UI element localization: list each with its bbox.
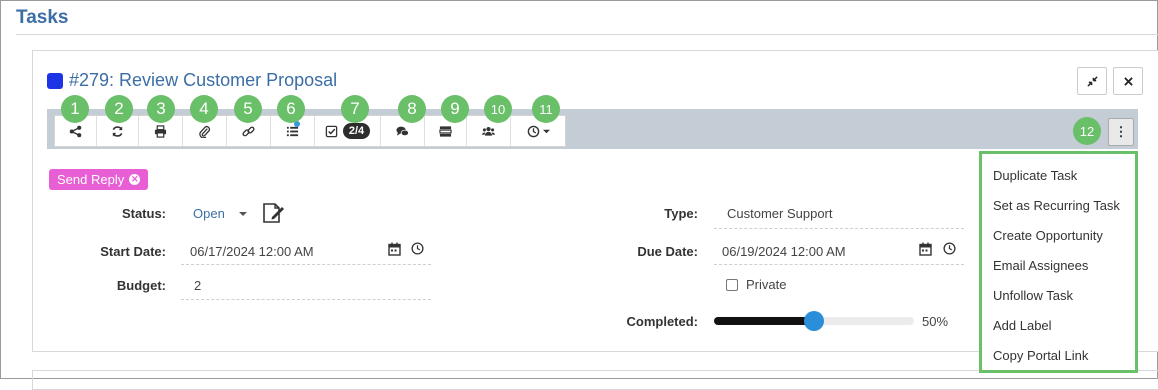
type-underline xyxy=(714,228,964,229)
status-dropdown-icon[interactable] xyxy=(238,210,248,218)
collapse-button[interactable] xyxy=(1077,67,1107,95)
task-color-square xyxy=(47,72,63,89)
completed-slider-handle[interactable] xyxy=(804,311,824,331)
menu-item-add-label[interactable]: Add Label xyxy=(982,310,1135,340)
more-options-menu: Duplicate Task Set as Recurring Task Cre… xyxy=(979,151,1138,373)
caret-down-icon xyxy=(542,129,550,133)
due-date-underline xyxy=(714,264,964,265)
callout-10: 10 xyxy=(484,95,512,123)
completed-slider[interactable] xyxy=(714,311,914,331)
label-tag-text: Send Reply xyxy=(57,172,125,187)
menu-item-unfollow-task[interactable]: Unfollow Task xyxy=(982,280,1135,310)
budget-underline xyxy=(181,299,431,300)
callout-2: 2 xyxy=(105,95,133,123)
callout-5: 5 xyxy=(234,95,262,123)
start-date-label: Start Date: xyxy=(100,244,166,259)
budget-label: Budget: xyxy=(116,278,166,293)
callout-9: 9 xyxy=(441,95,469,123)
completed-slider-fill xyxy=(714,317,814,325)
callout-12: 12 xyxy=(1073,117,1101,145)
callout-7: 7 xyxy=(341,95,369,123)
callout-4: 4 xyxy=(190,95,218,123)
close-icon xyxy=(1123,76,1133,86)
menu-item-email-assignees[interactable]: Email Assignees xyxy=(982,250,1135,280)
start-date-underline xyxy=(181,264,431,265)
completed-value: 50% xyxy=(922,314,949,329)
checklist-icon xyxy=(325,125,338,137)
next-card xyxy=(32,370,1158,390)
calendar-icon[interactable] xyxy=(919,242,932,256)
collapse-icon xyxy=(1086,75,1098,87)
task-title[interactable]: #279: Review Customer Proposal xyxy=(69,70,337,91)
clock-icon[interactable] xyxy=(943,242,956,255)
users-icon xyxy=(482,126,495,136)
checklist-badge: 2/4 xyxy=(342,123,371,139)
share-icon xyxy=(69,125,82,137)
callout-11: 11 xyxy=(532,95,560,123)
due-date-label: Due Date: xyxy=(637,244,698,259)
print-icon xyxy=(154,124,167,138)
refresh-icon xyxy=(112,125,123,137)
type-value[interactable]: Customer Support xyxy=(727,206,833,221)
clock-icon xyxy=(527,125,539,137)
clock-icon[interactable] xyxy=(411,242,424,255)
status-label: Status: xyxy=(121,206,166,221)
more-options-button[interactable]: ⋮ xyxy=(1108,118,1134,146)
more-vertical-icon: ⋮ xyxy=(1114,124,1128,139)
menu-item-create-opportunity[interactable]: Create Opportunity xyxy=(982,220,1135,250)
budget-value[interactable]: 2 xyxy=(194,278,201,293)
label-tag[interactable]: Send Reply ✕ xyxy=(49,169,149,190)
calendar-icon[interactable] xyxy=(388,242,401,256)
private-checkbox[interactable] xyxy=(726,279,738,291)
menu-item-copy-portal-link[interactable]: Copy Portal Link xyxy=(982,340,1135,370)
link-icon xyxy=(242,126,255,136)
comments-icon xyxy=(396,126,409,136)
edit-status-icon[interactable] xyxy=(262,202,286,224)
page-title: Tasks xyxy=(16,7,69,28)
menu-item-duplicate-task[interactable]: Duplicate Task xyxy=(982,160,1135,190)
menu-item-set-recurring[interactable]: Set as Recurring Task xyxy=(982,190,1135,220)
remove-label-icon[interactable]: ✕ xyxy=(129,174,141,185)
callout-8: 8 xyxy=(398,95,426,123)
callout-3: 3 xyxy=(147,95,175,123)
task-heading: #279: Review Customer Proposal xyxy=(47,70,337,91)
attachment-icon xyxy=(199,125,211,138)
title-divider xyxy=(16,34,1158,35)
completed-label: Completed: xyxy=(626,314,699,329)
callout-1: 1 xyxy=(61,95,89,123)
status-value[interactable]: Open xyxy=(193,206,225,221)
callout-6: 6 xyxy=(277,95,305,123)
close-button[interactable] xyxy=(1113,67,1143,95)
start-date-value[interactable]: 06/17/2024 12:00 AM xyxy=(190,244,314,259)
type-label: Type: xyxy=(664,206,698,221)
private-label: Private xyxy=(746,277,787,292)
details-icon xyxy=(439,125,452,137)
due-date-value[interactable]: 06/19/2024 12:00 AM xyxy=(722,244,846,259)
